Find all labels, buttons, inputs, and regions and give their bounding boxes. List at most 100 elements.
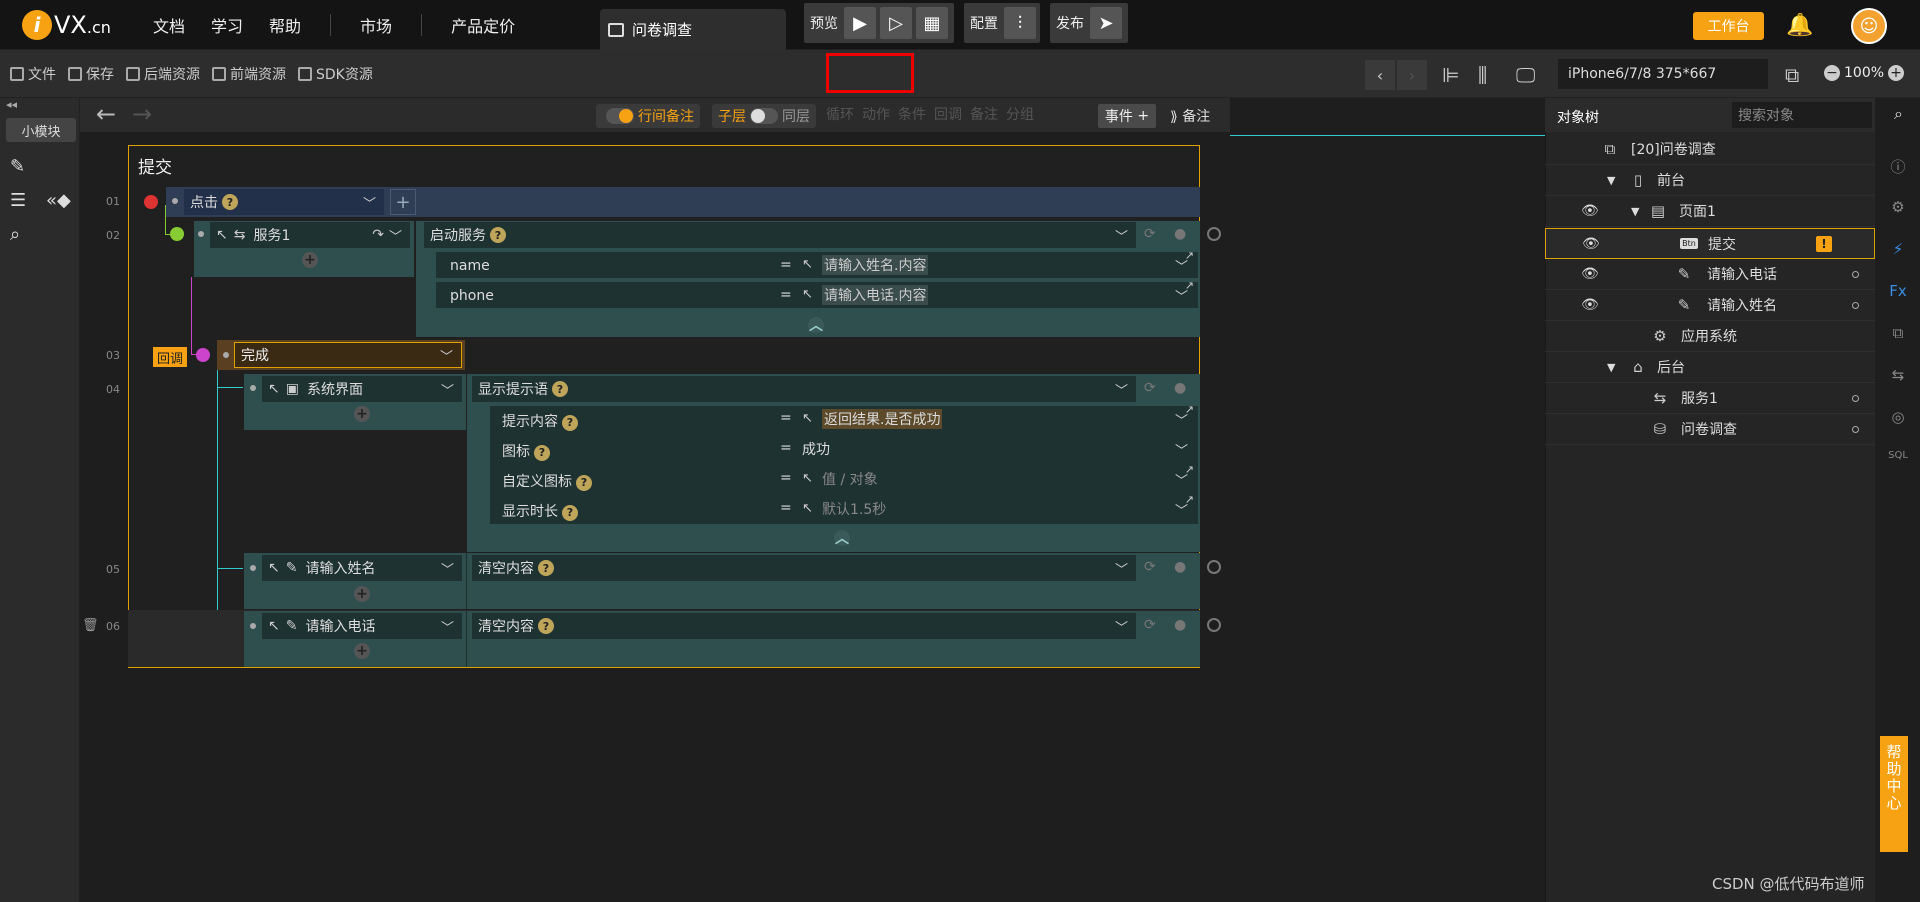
object-search-input[interactable]: 搜索对象: [1732, 102, 1872, 128]
filter-condition[interactable]: 条件: [898, 104, 926, 124]
play-icon[interactable]: ▶: [844, 7, 876, 39]
nav-help[interactable]: 帮助: [256, 13, 314, 37]
system-action-select[interactable]: 显示提示语? ﹀: [472, 376, 1136, 402]
help-icon[interactable]: ?: [490, 227, 506, 243]
events-icon[interactable]: ⚡: [1886, 240, 1910, 258]
shield-icon[interactable]: ◎: [1886, 408, 1910, 426]
help-icon[interactable]: ?: [222, 194, 238, 210]
service-target-select[interactable]: ↖ ⇆ 服务1 ↷ ﹀: [210, 222, 410, 248]
system-target-select[interactable]: ↖ ▣ 系统界面 ﹀: [262, 376, 462, 402]
add-action-icon[interactable]: +: [354, 406, 370, 422]
filter-group[interactable]: 分组: [1006, 104, 1034, 124]
param-value[interactable]: ↖ 返回结果.是否成功 ﹀ ↗: [796, 403, 1196, 431]
tree-item-name-input[interactable]: 👁 ✎ 请输入姓名: [1545, 290, 1875, 321]
collapse-up-icon[interactable]: ︿: [808, 317, 824, 334]
service-action-select[interactable]: 启动服务? ﹀: [424, 222, 1136, 248]
document-tab[interactable]: 问卷调查: [600, 9, 786, 50]
align-left-icon[interactable]: ⊫: [1442, 63, 1459, 87]
send-icon[interactable]: ➤: [1090, 7, 1122, 39]
info-icon[interactable]: ⓘ: [1886, 156, 1910, 177]
back-arrow-icon[interactable]: ←: [96, 100, 116, 128]
collapse-minus-icon[interactable]: [144, 195, 158, 209]
filter-action[interactable]: 动作: [862, 104, 890, 124]
eye-icon[interactable]: 👁: [1581, 266, 1599, 282]
loop-icon[interactable]: ⟳: [1144, 617, 1156, 633]
filter-callback[interactable]: 回调: [934, 104, 962, 124]
add-action-icon[interactable]: +: [302, 252, 318, 268]
edit-icon[interactable]: ✎: [10, 156, 32, 178]
nav-learn[interactable]: 学习: [198, 13, 256, 37]
logo[interactable]: i VX.cn: [22, 9, 140, 40]
row-remark-toggle[interactable]: 行间备注: [596, 104, 700, 128]
disable-icon[interactable]: ●: [1174, 226, 1186, 242]
preview-search-icon[interactable]: ⌕: [10, 224, 32, 246]
tree-item-page1[interactable]: 👁 ▼ ▤ 页面1: [1545, 196, 1875, 227]
eye-icon[interactable]: 👁: [1582, 236, 1600, 252]
sliders-icon[interactable]: ⫶: [1004, 7, 1036, 39]
expand-icon[interactable]: ↗: [1185, 403, 1194, 416]
zoom-out-icon[interactable]: −: [1824, 65, 1840, 81]
prev-arrow-icon[interactable]: ‹: [1365, 60, 1395, 90]
search-icon[interactable]: ⌕: [1894, 104, 1903, 124]
help-center-button[interactable]: 帮助中心: [1880, 736, 1908, 852]
transfer-icon[interactable]: ⇆: [1886, 366, 1910, 384]
object-tree-tab[interactable]: 对象树: [1557, 107, 1599, 127]
help-icon[interactable]: ?: [576, 474, 592, 491]
filter-loop[interactable]: 循环: [826, 104, 854, 124]
bell-icon[interactable]: 🔔: [1786, 13, 1813, 38]
backend-resources-button[interactable]: 后端资源: [126, 64, 200, 84]
help-icon[interactable]: ?: [538, 618, 554, 634]
param-value[interactable]: ↖ 值 / 对象 ﹀ ↗: [796, 463, 1196, 491]
help-icon[interactable]: ?: [534, 444, 550, 461]
target-icon[interactable]: [1207, 618, 1221, 632]
tree-item-submit[interactable]: 👁 Btn 提交 !: [1545, 228, 1875, 259]
tree-item-database[interactable]: ⛁ 问卷调查: [1545, 414, 1875, 445]
target-icon[interactable]: [1207, 560, 1221, 574]
tree-item-app[interactable]: ⧉ [20]问卷调查: [1545, 134, 1875, 165]
workbench-button[interactable]: 工作台: [1693, 12, 1764, 40]
screenshot-icon[interactable]: ⧉: [1785, 63, 1799, 87]
expand-icon[interactable]: ↗: [1185, 463, 1194, 476]
nav-market[interactable]: 市场: [347, 13, 405, 37]
caret-down-icon[interactable]: ▼: [1607, 361, 1615, 374]
help-icon[interactable]: ?: [538, 560, 554, 576]
phone-target-select[interactable]: ↖ ✎ 请输入电话 ﹀: [262, 613, 462, 639]
expand-icon[interactable]: ↗: [1185, 493, 1194, 506]
properties-icon[interactable]: ⚙: [1886, 198, 1910, 216]
collapse-minus-icon[interactable]: [196, 348, 210, 362]
param-value[interactable]: ↖ 请输入姓名.内容 ﹀ ↗: [796, 249, 1196, 277]
help-icon[interactable]: ?: [552, 381, 568, 397]
callback-select[interactable]: 完成 ﹀: [234, 342, 462, 368]
play-debug-icon[interactable]: ▷: [880, 7, 912, 39]
next-arrow-icon[interactable]: ›: [1397, 60, 1427, 90]
align-vertical-icon[interactable]: ⫼: [1478, 63, 1487, 87]
forward-arrow-icon[interactable]: →: [132, 100, 152, 128]
param-value[interactable]: ↖ 请输入电话.内容 ﹀ ↗: [796, 279, 1196, 307]
clear-name-action-select[interactable]: 清空内容? ﹀: [472, 555, 1136, 581]
module-button[interactable]: 小模块: [6, 118, 76, 142]
qrcode-icon[interactable]: ▦: [916, 7, 948, 39]
tree-item-app-system[interactable]: ⚙ 应用系统: [1545, 321, 1875, 352]
nav-docs[interactable]: 文档: [140, 13, 198, 37]
function-icon[interactable]: Fx: [1886, 282, 1910, 300]
settings-sliders-icon[interactable]: ☰: [10, 190, 32, 212]
file-button[interactable]: 文件: [10, 64, 56, 84]
tree-item-phone-input[interactable]: 👁 ✎ 请输入电话: [1545, 259, 1875, 290]
share-icon[interactable]: ↷: [372, 227, 384, 243]
layer-toggle[interactable]: 子层 同层: [712, 104, 816, 128]
param-value[interactable]: ↖ 默认1.5秒 ﹀ ↗: [796, 493, 1196, 521]
eye-icon[interactable]: 👁: [1581, 203, 1599, 219]
disable-icon[interactable]: ●: [1174, 559, 1186, 575]
collapse-minus-icon[interactable]: [170, 227, 184, 241]
add-action-icon[interactable]: +: [354, 586, 370, 602]
avatar[interactable]: ☺: [1851, 8, 1887, 44]
copy-icon[interactable]: ⧉: [1886, 324, 1910, 342]
device-icon[interactable]: 🖵: [1516, 63, 1535, 87]
caret-down-icon[interactable]: ▼: [1631, 205, 1639, 218]
tree-item-frontend[interactable]: ▼ ▯ 前台: [1545, 165, 1875, 196]
sdk-resources-button[interactable]: SDK资源: [298, 64, 373, 84]
loop-icon[interactable]: ⟳: [1144, 380, 1156, 396]
save-button[interactable]: 保存: [68, 64, 114, 84]
zoom-in-icon[interactable]: +: [1888, 65, 1905, 81]
tree-item-backend[interactable]: ▼ ⌂ 后台: [1545, 352, 1875, 383]
